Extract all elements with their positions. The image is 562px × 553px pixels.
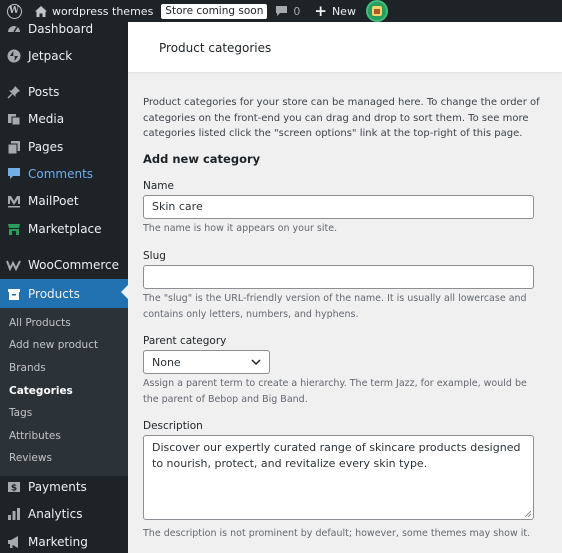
dashboard-icon	[6, 22, 21, 37]
sidebar-item-label: Marketing	[28, 535, 88, 549]
page-header: Product categories	[128, 22, 562, 72]
chevron-down-icon	[251, 356, 261, 369]
products-icon	[6, 286, 21, 301]
sidebar-item-marketing[interactable]: Marketing	[0, 529, 128, 553]
comments-icon	[6, 167, 21, 182]
marketplace-icon	[6, 222, 21, 237]
store-badge-label: Store coming soon	[161, 3, 268, 19]
sidebar-item-label: Analytics	[28, 507, 83, 521]
sidebar-item-pages[interactable]: Pages	[0, 134, 128, 160]
submenu-tags[interactable]: Tags	[9, 407, 32, 419]
plus-icon: +	[314, 1, 327, 20]
comment-count[interactable]: 0	[293, 0, 300, 22]
svg-text:$: $	[10, 484, 16, 494]
submenu-attributes[interactable]: Attributes	[9, 430, 61, 442]
submenu-all-products[interactable]: All Products	[9, 317, 71, 329]
sidebar-item-mailpoet[interactable]: MailPoet	[0, 188, 128, 214]
sidebar-item-label: MailPoet	[28, 194, 79, 208]
submenu-add-new-product[interactable]: Add new product	[9, 339, 98, 351]
products-submenu: All Products Add new product Brands Cate…	[0, 308, 128, 476]
admin-sidebar: Dashboard Jetpack Posts Media Pages Comm…	[0, 22, 128, 553]
payments-icon: $	[6, 480, 21, 495]
new-label: New	[331, 4, 356, 18]
parent-category-select[interactable]: None	[143, 350, 270, 374]
user-menu[interactable]	[356, 0, 388, 22]
sidebar-item-label: Comments	[28, 167, 94, 181]
description-label: Description	[143, 420, 203, 432]
page-title: Product categories	[159, 41, 272, 55]
sidebar-item-label: Posts	[28, 85, 60, 99]
parent-category-label: Parent category	[143, 335, 227, 347]
parent-category-help: Assign a parent term to create a hierarc…	[143, 378, 527, 405]
name-label: Name	[143, 180, 174, 192]
sidebar-item-media[interactable]: Media	[0, 106, 128, 132]
sidebar-item-label: Pages	[28, 140, 64, 154]
sidebar-item-dashboard[interactable]: Dashboard	[0, 16, 128, 42]
sidebar-item-label: Jetpack	[28, 49, 73, 63]
analytics-icon	[6, 507, 21, 522]
sidebar-item-posts[interactable]: Posts	[0, 79, 128, 105]
sidebar-item-jetpack[interactable]: Jetpack	[0, 43, 128, 69]
submenu-categories[interactable]: Categories	[9, 385, 73, 397]
comment-bubble-icon[interactable]	[275, 0, 288, 22]
sidebar-item-comments[interactable]: Comments	[0, 161, 128, 187]
slug-field[interactable]	[143, 265, 534, 289]
parent-category-value: None	[152, 355, 181, 369]
marketing-icon	[6, 535, 21, 550]
name-field[interactable]: Skin care	[143, 195, 534, 219]
sidebar-item-label: Payments	[28, 480, 87, 494]
sidebar-item-label: Marketplace	[28, 222, 102, 236]
sidebar-item-analytics[interactable]: Analytics	[0, 501, 128, 527]
sidebar-item-label: WooCommerce	[28, 258, 119, 272]
slug-help: The "slug" is the URL-friendly version o…	[143, 293, 527, 320]
sidebar-item-woocommerce[interactable]: WooCommerce	[0, 252, 128, 278]
jetpack-icon	[6, 49, 21, 64]
sidebar-item-payments[interactable]: $ Payments	[0, 474, 128, 500]
description-text: Discover our expertly curated range of s…	[152, 441, 521, 470]
sidebar-item-marketplace[interactable]: Marketplace	[0, 216, 128, 242]
submenu-brands[interactable]: Brands	[9, 362, 46, 374]
submenu-reviews[interactable]: Reviews	[9, 452, 52, 464]
description-help: The description is not prominent by defa…	[143, 528, 531, 539]
section-title: Add new category	[143, 152, 261, 166]
avatar	[365, 0, 388, 22]
sidebar-item-label: Products	[28, 286, 80, 301]
mailpoet-icon	[6, 194, 21, 209]
woocommerce-icon	[6, 258, 21, 273]
pages-icon	[6, 140, 21, 155]
sidebar-item-label: Dashboard	[28, 22, 94, 36]
description-field[interactable]: Discover our expertly curated range of s…	[143, 435, 534, 520]
pin-icon	[6, 85, 21, 100]
name-help: The name is how it appears on your site.	[143, 223, 338, 234]
store-coming-soon-badge[interactable]: Store coming soon	[153, 0, 268, 22]
new-content-button[interactable]: + New	[314, 0, 356, 22]
intro-text: Product categories for your store can be…	[143, 97, 540, 139]
media-icon	[6, 112, 21, 127]
resize-handle-icon[interactable]	[525, 511, 531, 517]
slug-label: Slug	[143, 250, 166, 262]
sidebar-item-label: Media	[28, 112, 65, 126]
sidebar-item-products[interactable]: Products	[0, 279, 128, 308]
